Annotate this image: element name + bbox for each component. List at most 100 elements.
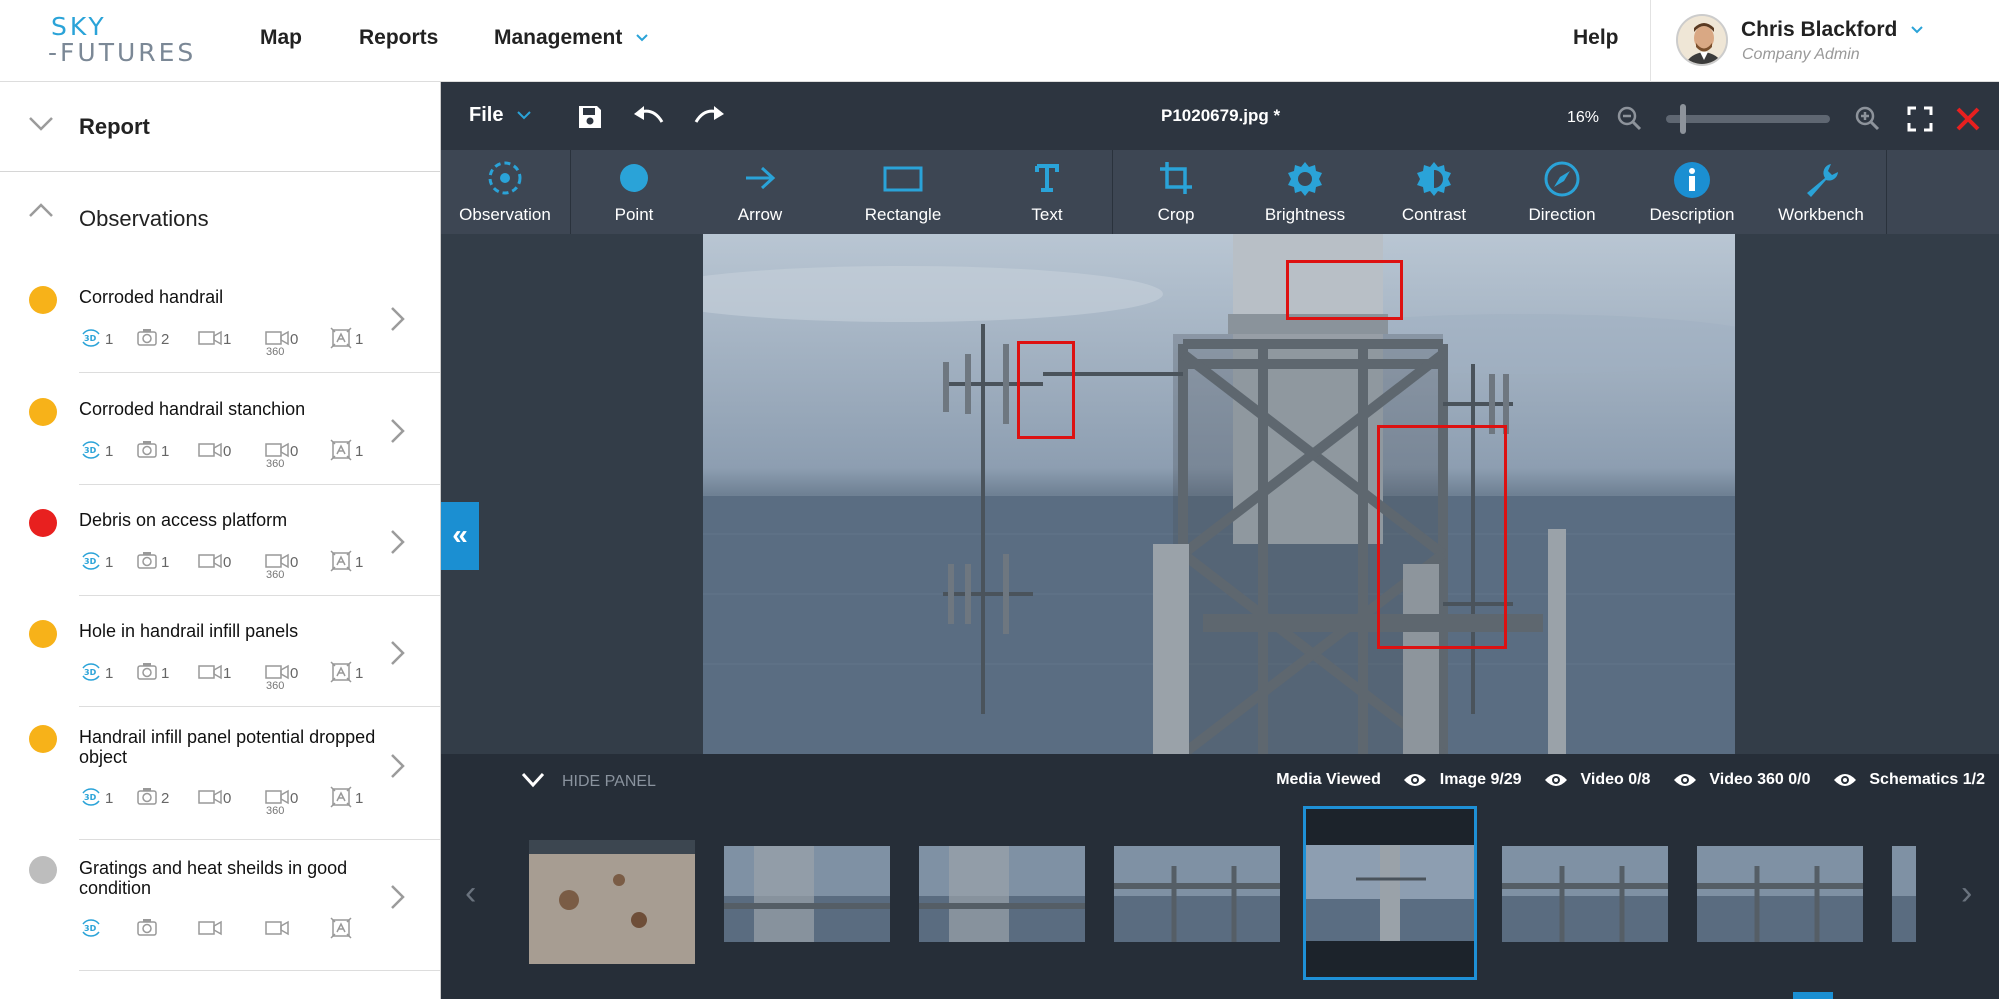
tool-observation[interactable]: Observation <box>441 150 569 234</box>
redo-icon[interactable] <box>692 106 726 130</box>
tool-arrow-label: Arrow <box>737 205 783 224</box>
chevron-right-icon[interactable] <box>390 753 406 779</box>
observations-section-header[interactable]: Observations <box>0 172 440 262</box>
observation-item[interactable]: Debris on access platform 3D 1 1 0 0 360 1 <box>0 485 440 596</box>
nav-reports[interactable]: Reports <box>359 26 438 50</box>
compass-icon <box>1544 161 1580 197</box>
video-icon <box>197 442 223 466</box>
annotation-rectangle[interactable] <box>1286 260 1403 320</box>
observation-item[interactable]: Corroded handrail 3D 1 2 1 0 360 1 <box>0 262 440 373</box>
eye-icon[interactable] <box>1833 772 1857 788</box>
3d-view-icon: 3D <box>79 552 103 577</box>
zoom-slider[interactable] <box>1666 115 1830 123</box>
chevron-down-icon <box>29 117 53 131</box>
user-avatar[interactable] <box>1676 14 1728 66</box>
thumbnail-next-arrow[interactable]: › <box>1961 874 1972 913</box>
observation-title: Handrail infill panel potential dropped … <box>79 727 376 767</box>
thumbnail-scrollbar[interactable] <box>1793 992 1833 999</box>
chevron-down-icon[interactable] <box>521 772 545 788</box>
observation-title: Gratings and heat sheilds in good condit… <box>79 858 348 898</box>
user-name[interactable]: Chris Blackford <box>1741 18 1923 42</box>
logo-text-top: SKY <box>51 12 107 41</box>
video-360-label: 360 <box>266 458 285 470</box>
video-icon <box>197 664 223 688</box>
media-count-value: 1 <box>161 554 170 571</box>
video360-count: Video 360 0/0 <box>1709 771 1811 788</box>
fullscreen-icon[interactable] <box>1907 106 1933 132</box>
tool-workbench[interactable]: Workbench <box>1757 150 1885 234</box>
thumbnail-image-selected[interactable] <box>1303 806 1477 980</box>
thumbnail-image[interactable] <box>1114 846 1280 942</box>
sky-futures-logo[interactable]: SKY -FUTURES <box>48 12 198 68</box>
chevron-right-icon[interactable] <box>390 306 406 332</box>
chevron-right-icon[interactable] <box>390 529 406 555</box>
observation-item[interactable]: Handrail infill panel potential dropped … <box>0 709 440 840</box>
schematic-icon <box>329 661 353 688</box>
eye-icon[interactable] <box>1403 772 1427 788</box>
media-count: 3D 1 <box>79 785 113 813</box>
chevron-right-icon[interactable] <box>390 884 406 910</box>
thumbnail-prev-arrow[interactable]: ‹ <box>465 874 476 913</box>
thumbnail-image[interactable] <box>529 840 695 964</box>
row-divider <box>79 706 440 707</box>
hide-panel-button[interactable]: HIDE PANEL <box>562 773 656 791</box>
tool-workbench-label: Workbench <box>1778 205 1864 224</box>
tool-rectangle[interactable]: Rectangle <box>823 150 983 234</box>
nav-map[interactable]: Map <box>260 26 302 50</box>
status-dot <box>29 398 57 426</box>
thumbnail-photo <box>1306 809 1474 977</box>
thumbnail-image[interactable] <box>1502 846 1668 942</box>
file-menu[interactable]: File <box>469 104 531 127</box>
eye-icon[interactable] <box>1673 772 1697 788</box>
media-count: 1 <box>329 660 363 688</box>
observation-item[interactable]: Hole in handrail infill panels 3D 1 1 1 0 360 1 <box>0 596 440 707</box>
media-count: 3D <box>79 916 103 944</box>
nav-help[interactable]: Help <box>1573 26 1619 50</box>
chevron-down-icon[interactable] <box>1911 26 1923 34</box>
tool-direction[interactable]: Direction <box>1497 150 1627 234</box>
tool-description[interactable]: Description <box>1627 150 1757 234</box>
undo-icon[interactable] <box>632 106 666 130</box>
media-count: 0 360 <box>264 785 298 817</box>
eye-icon[interactable] <box>1544 772 1568 788</box>
tool-text[interactable]: Text <box>983 150 1111 234</box>
observation-item[interactable]: Gratings and heat sheilds in good condit… <box>0 840 440 971</box>
media-count-value: 0 <box>290 554 299 571</box>
collapse-sidebar-button[interactable]: « <box>441 502 479 570</box>
media-count-value: 0 <box>223 554 232 571</box>
nav-management[interactable]: Management <box>494 26 648 50</box>
chevron-right-icon[interactable] <box>390 418 406 444</box>
tool-crop[interactable]: Crop <box>1113 150 1239 234</box>
tool-brightness[interactable]: Brightness <box>1239 150 1371 234</box>
thumbnail-image[interactable] <box>1697 846 1863 942</box>
zoom-in-icon[interactable] <box>1854 105 1880 131</box>
media-count-value: 0 <box>290 790 299 807</box>
close-icon[interactable] <box>1955 106 1981 132</box>
tool-arrow[interactable]: Arrow <box>697 150 823 234</box>
thumbnail-image[interactable] <box>919 846 1085 942</box>
zoom-slider-handle[interactable] <box>1679 104 1686 134</box>
tool-point[interactable]: Point <box>571 150 697 234</box>
schematic-icon <box>329 786 353 813</box>
media-count: 0 <box>197 785 231 813</box>
image-canvas[interactable] <box>703 234 1735 754</box>
video-icon <box>197 553 223 577</box>
row-divider <box>79 372 440 373</box>
image-count: Image 9/29 <box>1439 771 1522 788</box>
thumbnail-image[interactable] <box>1892 846 1916 942</box>
3d-view-icon: 3D <box>79 788 103 813</box>
thumbnail-image[interactable] <box>724 846 890 942</box>
save-icon[interactable] <box>577 104 603 130</box>
editor-top-bar: File P1020679.jpg * 16% <box>441 82 1999 150</box>
arrow-icon <box>746 166 776 190</box>
observation-item[interactable]: Corroded handrail stanchion 3D 1 1 0 0 360 1 <box>0 374 440 485</box>
thumbnail-photo <box>1502 846 1668 942</box>
zoom-out-icon[interactable] <box>1616 105 1642 131</box>
image-editor: File P1020679.jpg * 16% Observation Poin… <box>441 82 1999 999</box>
thumbnail-photo <box>1114 846 1280 942</box>
annotation-rectangle[interactable] <box>1377 425 1507 649</box>
tool-contrast[interactable]: Contrast <box>1371 150 1497 234</box>
report-section-header[interactable]: Report <box>0 82 440 172</box>
annotation-rectangle[interactable] <box>1017 341 1075 439</box>
chevron-right-icon[interactable] <box>390 640 406 666</box>
